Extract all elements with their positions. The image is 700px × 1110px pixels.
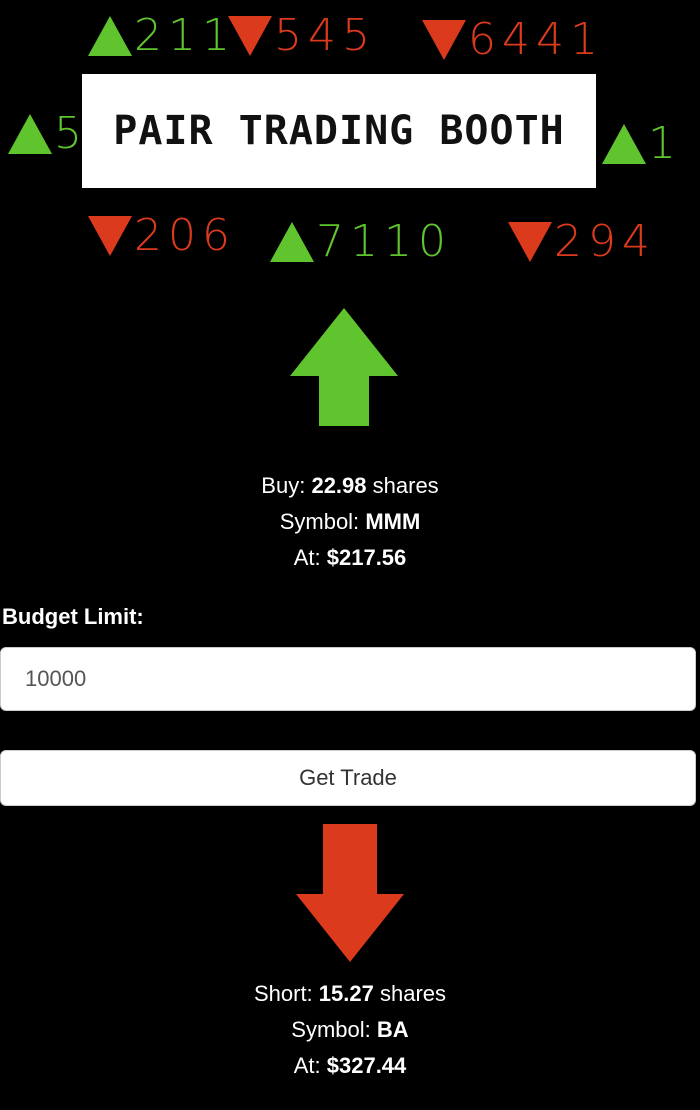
buy-price-line: At: $217.56 [0,540,700,576]
ticker-up-bottom-2: 7110 [270,212,452,272]
down-triangle-icon [422,20,466,60]
ticker-value: 7110 [316,216,452,267]
short-symbol-line: Symbol: BA [0,1012,700,1048]
budget-limit-input[interactable] [0,647,696,711]
ticker-down-top-3: 6441 [422,10,604,70]
up-triangle-icon [602,124,646,164]
short-label: Short: [253,981,313,1006]
down-triangle-icon [508,222,552,262]
short-price-value: $327.44 [326,1053,407,1078]
ticker-down-bottom-3: 294 [508,212,656,272]
down-triangle-icon [228,16,272,56]
short-symbol-value: BA [376,1017,409,1042]
title-box: PAIR TRADING BOOTH [82,74,596,188]
up-triangle-icon [8,114,52,154]
short-price-line: At: $327.44 [0,1048,700,1084]
buy-symbol-label: Symbol: [279,509,360,534]
buy-symbol-line: Symbol: MMM [0,504,700,540]
ticker-up-right: 1 [602,114,682,174]
short-shares-value: 15.27 [318,981,374,1006]
up-triangle-icon [270,222,314,262]
short-shares-line: Short: 15.27 shares [0,976,700,1012]
ticker-up-left: 5 [8,104,88,164]
short-info: Short: 15.27 shares Symbol: BA At: $327.… [0,976,700,1084]
ticker-down-bottom-1: 206 [88,206,236,266]
budget-limit-label: Budget Limit: [2,604,144,629]
buy-shares-unit: shares [372,473,439,498]
buy-price-label: At: [293,545,321,570]
buy-up-arrow-icon [290,308,398,426]
ticker-value: 545 [274,10,376,61]
ticker-down-top-2: 545 [228,6,376,66]
buy-label: Buy: [261,473,306,498]
ticker-value: 294 [554,216,656,267]
buy-shares-value: 22.98 [311,473,367,498]
ticker-value: 206 [134,210,236,261]
up-triangle-icon [88,16,132,56]
get-trade-button[interactable]: Get Trade [0,750,696,806]
ticker-value: 6441 [468,14,604,65]
short-price-label: At: [293,1053,321,1078]
buy-info: Buy: 22.98 shares Symbol: MMM At: $217.5… [0,468,700,576]
short-down-arrow-icon [296,824,404,962]
buy-symbol-value: MMM [365,509,421,534]
ticker-value: 1 [648,118,682,169]
short-symbol-label: Symbol: [291,1017,371,1042]
ticker-up-top-1: 211 [88,6,236,66]
ticker-value: 211 [134,10,236,61]
buy-price-value: $217.56 [326,545,407,570]
header-banner: 211 545 6441 5 1 PAIR TRADING BOOTH 206 … [0,0,700,290]
short-shares-unit: shares [379,981,447,1006]
down-triangle-icon [88,216,132,256]
buy-shares-line: Buy: 22.98 shares [0,468,700,504]
page-title: PAIR TRADING BOOTH [113,108,565,154]
